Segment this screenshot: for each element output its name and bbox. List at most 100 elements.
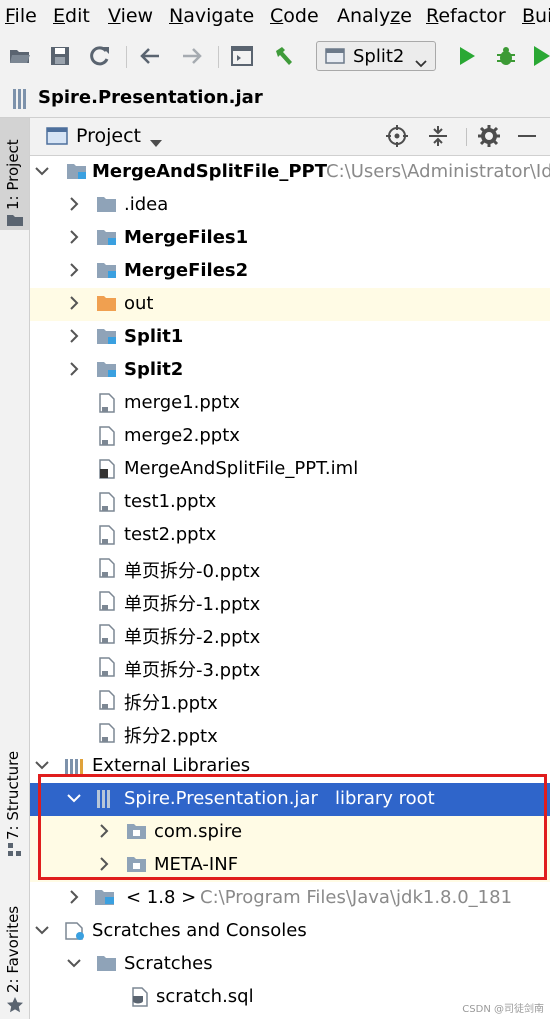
tree-node-file[interactable]: 拆分1.pptx — [30, 684, 550, 717]
tree-node-file[interactable]: 单页拆分-3.pptx — [30, 651, 550, 684]
tree-node-file[interactable]: merge1.pptx — [30, 387, 550, 420]
open-folder-icon[interactable] — [8, 44, 32, 68]
tree-node-file[interactable]: test1.pptx — [30, 486, 550, 519]
menu-view[interactable]: View — [108, 5, 153, 27]
project-panel-header: Project — [30, 118, 550, 156]
tree-node-module[interactable]: MergeFiles2 — [30, 255, 550, 288]
menu-file[interactable]: File — [5, 5, 37, 27]
menu-edit[interactable]: Edit — [53, 5, 90, 27]
tree-node-root[interactable]: MergeAndSplitFile_PPT C:\Users\Administr… — [30, 156, 550, 189]
menu-build[interactable]: Bui — [522, 5, 550, 27]
debug-bug-icon[interactable] — [494, 44, 518, 68]
root-module-name: MergeAndSplitFile_PPT — [92, 161, 328, 182]
chevron-right-icon[interactable] — [96, 823, 112, 839]
build-hammer-icon[interactable] — [272, 44, 296, 68]
menu-navigate[interactable]: Navigate — [169, 5, 254, 27]
file-name: merge1.pptx — [124, 392, 240, 413]
chevron-right-icon[interactable] — [66, 262, 82, 278]
chevron-down-icon[interactable] — [34, 922, 50, 938]
tree-node-module[interactable]: Split2 — [30, 354, 550, 387]
chevron-right-icon[interactable] — [66, 361, 82, 377]
minimize-icon[interactable] — [518, 135, 536, 137]
run-icon[interactable] — [455, 44, 479, 68]
folder-icon — [96, 195, 116, 215]
chevron-down-icon[interactable] — [34, 757, 50, 773]
tree-node-scratches-consoles[interactable]: Scratches and Consoles — [30, 915, 550, 948]
gear-icon[interactable] — [478, 125, 500, 151]
back-arrow-icon[interactable] — [138, 44, 162, 68]
left-tool-strip: 1: Project 7: Structure 2: Favorites — [0, 118, 30, 1019]
tree-node-file[interactable]: 单页拆分-2.pptx — [30, 618, 550, 651]
run-configuration-select[interactable]: Split2 — [316, 41, 436, 71]
folder-icon — [96, 954, 116, 974]
panel-title[interactable]: Project — [76, 125, 141, 147]
tree-node-folder[interactable]: .idea — [30, 189, 550, 222]
file-icon — [98, 723, 118, 743]
jdk-path: C:\Program Files\Java\jdk1.8.0_181 — [200, 887, 513, 908]
file-name: merge2.pptx — [124, 425, 240, 446]
coverage-icon[interactable] — [530, 44, 550, 68]
module-folder-icon — [96, 360, 116, 380]
module-file-icon — [98, 459, 118, 479]
scratch-file-name: scratch.sql — [156, 986, 254, 1007]
tree-node-module[interactable]: MergeFiles1 — [30, 222, 550, 255]
run-window-icon[interactable] — [230, 44, 254, 68]
tree-node-package[interactable]: com.spire — [30, 816, 550, 849]
save-icon[interactable] — [48, 44, 72, 68]
jar-suffix: library root — [335, 788, 435, 809]
chevron-right-icon[interactable] — [96, 856, 112, 872]
chevron-right-icon[interactable] — [66, 295, 82, 311]
folder-name: out — [124, 293, 154, 314]
chevron-right-icon[interactable] — [66, 328, 82, 344]
locate-target-icon[interactable] — [386, 125, 408, 151]
tree-node-jdk[interactable]: < 1.8 > C:\Program Files\Java\jdk1.8.0_1… — [30, 882, 550, 915]
tree-node-jar[interactable]: Spire.Presentation.jar library root — [30, 783, 550, 816]
header-separator — [466, 128, 467, 146]
sync-icon[interactable] — [88, 44, 112, 68]
tree-node-file[interactable]: 单页拆分-0.pptx — [30, 552, 550, 585]
file-name: 单页拆分-3.pptx — [124, 660, 261, 681]
file-name: 单页拆分-1.pptx — [124, 594, 261, 615]
tree-node-external-libraries[interactable]: External Libraries — [30, 750, 550, 783]
tree-node-file[interactable]: test2.pptx — [30, 519, 550, 552]
tool-tab-project[interactable]: 1: Project — [0, 118, 29, 230]
jdk-folder-icon — [94, 888, 114, 908]
tree-node-output-folder[interactable]: out — [30, 288, 550, 321]
chevron-down-icon[interactable] — [34, 163, 50, 179]
menu-file-rest: ile — [14, 5, 37, 27]
tree-node-file[interactable]: merge2.pptx — [30, 420, 550, 453]
tool-tab-favorites[interactable]: 2: Favorites — [0, 888, 29, 1019]
star-icon — [6, 996, 24, 1018]
module-folder-icon — [96, 327, 116, 347]
menu-code[interactable]: Code — [270, 5, 319, 27]
tool-tab-structure[interactable]: 7: Structure — [0, 730, 29, 860]
jdk-name: < 1.8 > — [126, 887, 197, 908]
tree-node-file[interactable]: MergeAndSplitFile_PPT.iml — [30, 453, 550, 486]
tree-node-file[interactable]: 单页拆分-1.pptx — [30, 585, 550, 618]
project-tree: MergeAndSplitFile_PPT C:\Users\Administr… — [30, 156, 550, 1019]
package-name: com.spire — [154, 821, 243, 842]
chevron-down-icon[interactable] — [66, 955, 82, 971]
tree-node-file[interactable]: 拆分2.pptx — [30, 717, 550, 750]
tree-node-package[interactable]: META-INF — [30, 849, 550, 882]
chevron-down-icon[interactable] — [66, 790, 82, 806]
chevron-right-icon[interactable] — [66, 196, 82, 212]
file-icon — [98, 558, 118, 578]
forward-arrow-icon[interactable] — [180, 44, 204, 68]
jar-name: Spire.Presentation.jar — [124, 788, 318, 809]
menu-refactor[interactable]: Refactor — [426, 5, 506, 27]
module-name: MergeFiles1 — [124, 227, 249, 248]
menu-analyze[interactable]: Analyze — [337, 5, 412, 27]
file-icon — [98, 525, 118, 545]
collapse-all-icon[interactable] — [428, 125, 448, 151]
chevron-right-icon[interactable] — [66, 889, 82, 905]
file-name: test2.pptx — [124, 524, 217, 545]
chevron-down-icon — [415, 53, 427, 72]
chevron-right-icon[interactable] — [66, 229, 82, 245]
tree-node-scratches[interactable]: Scratches — [30, 948, 550, 981]
breadcrumb-label[interactable]: Spire.Presentation.jar — [38, 87, 263, 108]
toolbar-separator — [218, 46, 219, 68]
tree-node-module[interactable]: Split1 — [30, 321, 550, 354]
module-name: Split1 — [124, 326, 184, 347]
chevron-down-icon[interactable] — [150, 133, 162, 152]
